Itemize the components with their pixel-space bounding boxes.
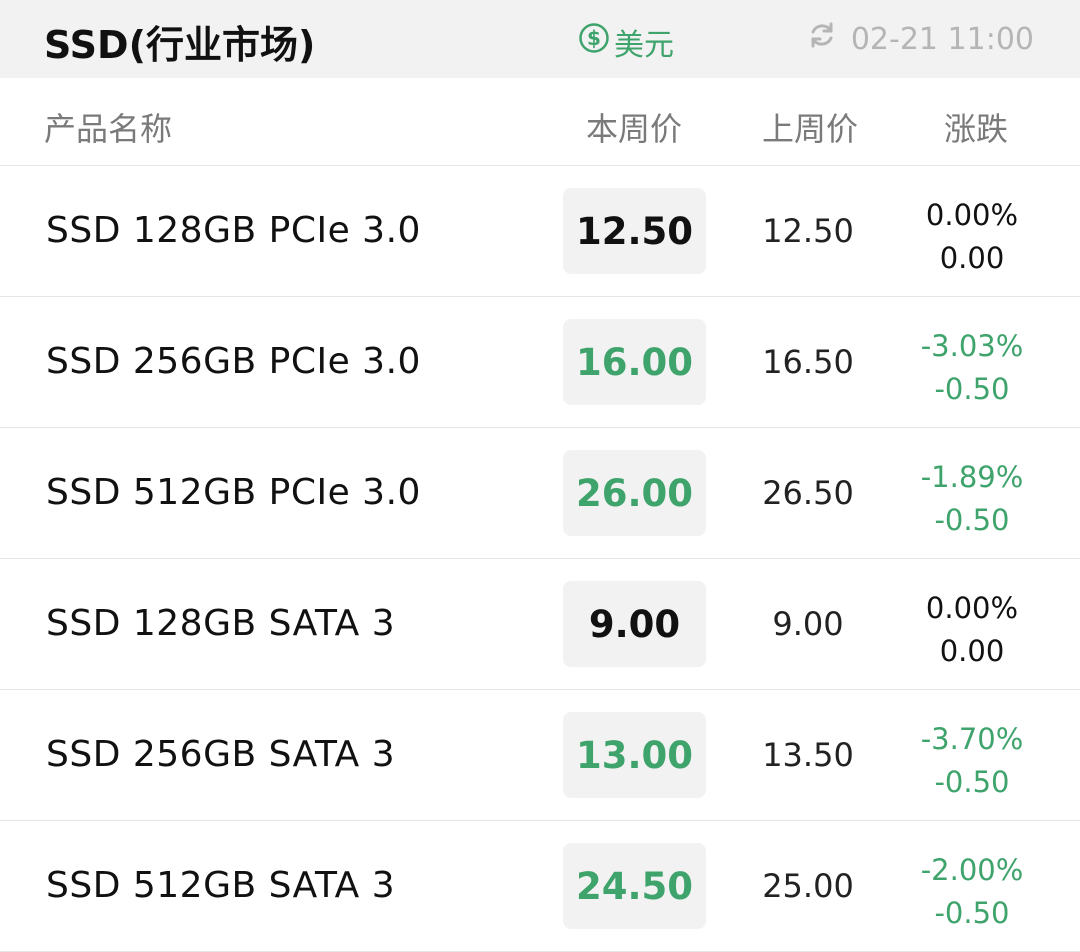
price-change: 0.00% 0.00	[906, 587, 1038, 673]
current-price: 13.00	[563, 712, 706, 798]
previous-price: 12.50	[762, 212, 854, 250]
product-name: SSD 128GB PCIe 3.0	[46, 210, 421, 251]
current-price: 26.00	[563, 450, 706, 536]
refresh-control[interactable]: 02-21 11:00	[807, 20, 1034, 58]
previous-price: 26.50	[762, 474, 854, 512]
change-amount: -0.50	[934, 503, 1010, 537]
table-row[interactable]: SSD 512GB SATA 3 24.50 25.00 -2.00% -0.5…	[0, 821, 1080, 952]
table-row[interactable]: SSD 256GB PCIe 3.0 16.00 16.50 -3.03% -0…	[0, 297, 1080, 428]
change-amount: 0.00	[939, 634, 1005, 668]
current-price: 12.50	[563, 188, 706, 274]
update-time: 02-21 11:00	[850, 21, 1034, 57]
table-row[interactable]: SSD 256GB SATA 3 13.00 13.50 -3.70% -0.5…	[0, 690, 1080, 821]
page-title: SSD(行业市场)	[44, 23, 316, 67]
price-change: 0.00% 0.00	[906, 194, 1038, 280]
column-header-name[interactable]: 产品名称	[44, 104, 172, 150]
change-percent: -3.70%	[920, 722, 1024, 756]
product-name: SSD 256GB PCIe 3.0	[46, 341, 421, 382]
column-header-current[interactable]: 本周价	[586, 104, 682, 150]
product-name: SSD 256GB SATA 3	[46, 734, 396, 775]
table-header: 产品名称 本周价 上周价 涨跌	[0, 78, 1080, 166]
currency-label: 美元	[614, 28, 674, 63]
change-percent: -1.89%	[920, 460, 1024, 494]
currency-toggle[interactable]: $ 美元	[578, 20, 674, 64]
change-amount: 0.00	[939, 241, 1005, 275]
change-percent: -2.00%	[920, 853, 1024, 887]
svg-text:$: $	[587, 26, 601, 50]
price-change: -3.70% -0.50	[906, 718, 1038, 804]
change-percent: -3.03%	[920, 329, 1024, 363]
current-price: 9.00	[563, 581, 706, 667]
product-name: SSD 512GB SATA 3	[46, 865, 396, 906]
column-header-change[interactable]: 涨跌	[944, 104, 1008, 150]
top-bar: SSD(行业市场) $ 美元 02-21 11:00	[0, 0, 1080, 78]
current-price: 24.50	[563, 843, 706, 929]
change-amount: -0.50	[934, 896, 1010, 930]
table-body: SSD 128GB PCIe 3.0 12.50 12.50 0.00% 0.0…	[0, 166, 1080, 952]
change-percent: 0.00%	[925, 591, 1019, 625]
change-percent: 0.00%	[925, 198, 1019, 232]
table-row[interactable]: SSD 128GB PCIe 3.0 12.50 12.50 0.00% 0.0…	[0, 166, 1080, 297]
previous-price: 16.50	[762, 343, 854, 381]
previous-price: 9.00	[772, 605, 844, 643]
change-amount: -0.50	[934, 765, 1010, 799]
price-change: -1.89% -0.50	[906, 456, 1038, 542]
product-name: SSD 128GB SATA 3	[46, 603, 396, 644]
previous-price: 13.50	[762, 736, 854, 774]
previous-price: 25.00	[762, 867, 854, 905]
dollar-circle-icon: $	[578, 22, 610, 62]
refresh-icon	[807, 20, 837, 58]
table-row[interactable]: SSD 128GB SATA 3 9.00 9.00 0.00% 0.00	[0, 559, 1080, 690]
product-name: SSD 512GB PCIe 3.0	[46, 472, 421, 513]
change-amount: -0.50	[934, 372, 1010, 406]
price-change: -2.00% -0.50	[906, 849, 1038, 935]
current-price: 16.00	[563, 319, 706, 405]
column-header-previous[interactable]: 上周价	[762, 104, 858, 150]
table-row[interactable]: SSD 512GB PCIe 3.0 26.00 26.50 -1.89% -0…	[0, 428, 1080, 559]
price-change: -3.03% -0.50	[906, 325, 1038, 411]
